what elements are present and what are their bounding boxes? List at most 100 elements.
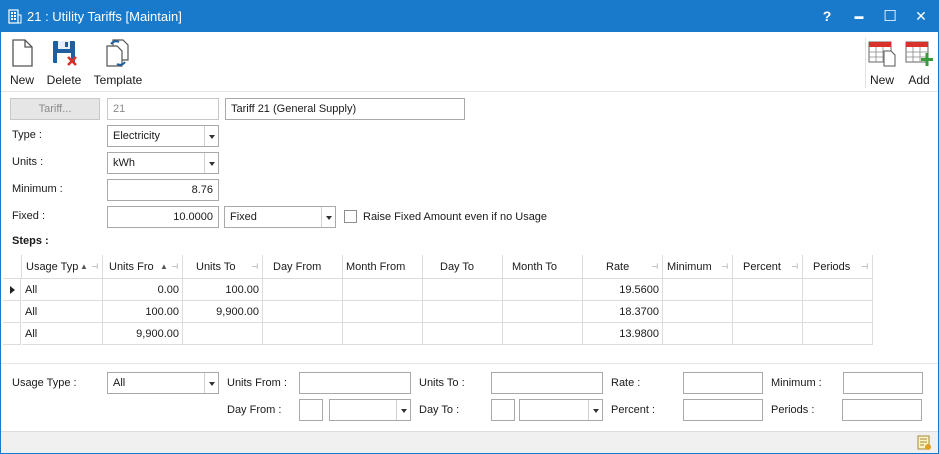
column-header-units-from[interactable]: Units Fro ▲ ⊣	[103, 255, 183, 279]
chevron-down-icon[interactable]	[204, 373, 218, 393]
table-cell[interactable]: 9,900.00	[183, 301, 263, 323]
table-cell[interactable]: All	[22, 323, 103, 345]
window-title: 21 : Utility Tariffs [Maintain]	[27, 9, 182, 24]
delete-label: Delete	[46, 73, 82, 87]
fixed-mode-select[interactable]: Fixed	[224, 206, 336, 228]
table-cell[interactable]	[803, 301, 873, 323]
close-button[interactable]: ✕	[906, 1, 936, 32]
chevron-down-icon[interactable]	[204, 126, 218, 146]
fixed-amount-field[interactable]: 10.0000	[107, 206, 219, 228]
month-to-select[interactable]	[519, 399, 603, 421]
table-cell[interactable]	[343, 279, 423, 301]
column-header-periods[interactable]: Periods ⊣	[803, 255, 873, 279]
template-button[interactable]: Template	[91, 36, 145, 90]
chevron-down-icon[interactable]	[588, 400, 602, 420]
grid-new-button[interactable]: New	[867, 36, 897, 90]
table-cell[interactable]: 100.00	[103, 301, 183, 323]
table-cell[interactable]	[503, 323, 583, 345]
table-cell[interactable]	[263, 301, 343, 323]
table-cell[interactable]	[423, 279, 503, 301]
column-header-month-to[interactable]: Month To	[503, 255, 583, 279]
minimum-field[interactable]: 8.76	[107, 179, 219, 201]
pin-icon[interactable]: ⊣	[651, 255, 658, 278]
maximize-button[interactable]: ☐	[875, 1, 905, 32]
tariff-name-field[interactable]: Tariff 21 (General Supply)	[225, 98, 465, 120]
raise-fixed-checkbox[interactable]	[344, 210, 357, 223]
table-cell[interactable]	[503, 279, 583, 301]
table-cell[interactable]	[183, 323, 263, 345]
pin-icon[interactable]: ⊣	[721, 255, 728, 278]
row-indicator[interactable]	[3, 279, 21, 301]
raise-fixed-label[interactable]: Raise Fixed Amount even if no Usage	[363, 211, 547, 223]
table-cell[interactable]	[263, 279, 343, 301]
column-header-day-from[interactable]: Day From	[263, 255, 343, 279]
table-cell[interactable]	[423, 301, 503, 323]
column-header-month-from[interactable]: Month From	[343, 255, 423, 279]
table-cell[interactable]	[423, 323, 503, 345]
editor-minimum-field[interactable]	[843, 372, 923, 394]
type-value: Electricity	[113, 130, 161, 142]
units-select[interactable]: kWh	[107, 152, 219, 174]
periods-field[interactable]	[842, 399, 922, 421]
minimize-button[interactable]: ▬	[844, 1, 874, 32]
table-cell[interactable]: 100.00	[183, 279, 263, 301]
notes-icon[interactable]	[916, 435, 932, 451]
pin-icon[interactable]: ⊣	[171, 255, 178, 278]
table-cell[interactable]: 13.9800	[583, 323, 663, 345]
table-cell[interactable]: 9,900.00	[103, 323, 183, 345]
table-cell[interactable]	[663, 301, 733, 323]
row-indicator[interactable]	[3, 301, 21, 323]
table-cell[interactable]	[343, 301, 423, 323]
row-indicator[interactable]	[3, 323, 21, 345]
month-from-select[interactable]	[329, 399, 411, 421]
column-header-percent[interactable]: Percent ⊣	[733, 255, 803, 279]
table-cell[interactable]	[343, 323, 423, 345]
delete-button[interactable]: Delete	[43, 36, 85, 90]
current-row-icon	[10, 286, 15, 294]
table-cell[interactable]	[733, 301, 803, 323]
column-header-rate[interactable]: Rate ⊣	[583, 255, 663, 279]
pin-icon[interactable]: ⊣	[861, 255, 868, 278]
table-cell[interactable]	[663, 279, 733, 301]
column-header-minimum[interactable]: Minimum ⊣	[663, 255, 733, 279]
grid-add-label: Add	[908, 73, 930, 87]
table-cell[interactable]	[663, 323, 733, 345]
day-from-field[interactable]	[299, 399, 323, 421]
chevron-down-icon[interactable]	[204, 153, 218, 173]
new-button[interactable]: New	[5, 36, 39, 90]
table-cell[interactable]: All	[22, 279, 103, 301]
units-from-field[interactable]	[299, 372, 411, 394]
tariff-lookup-button[interactable]: Tariff...	[10, 98, 100, 120]
chevron-down-icon[interactable]	[321, 207, 335, 227]
table-cell[interactable]: All	[22, 301, 103, 323]
type-select[interactable]: Electricity	[107, 125, 219, 147]
new-document-icon	[12, 39, 33, 67]
title-bar[interactable]: 21 : Utility Tariffs [Maintain] ? ▬ ☐ ✕	[1, 1, 938, 32]
pin-icon[interactable]: ⊣	[791, 255, 798, 278]
table-cell[interactable]	[733, 323, 803, 345]
rate-field[interactable]	[683, 372, 763, 394]
table-cell[interactable]: 18.3700	[583, 301, 663, 323]
column-header-usage-type[interactable]: Usage Typ ▲ ⊣	[22, 255, 103, 279]
table-cell[interactable]: 0.00	[103, 279, 183, 301]
steps-label: Steps :	[12, 235, 49, 247]
units-to-field[interactable]	[491, 372, 603, 394]
day-to-field[interactable]	[491, 399, 515, 421]
table-cell[interactable]	[803, 279, 873, 301]
pin-icon[interactable]: ⊣	[251, 255, 258, 278]
table-cell[interactable]	[733, 279, 803, 301]
table-cell[interactable]	[803, 323, 873, 345]
tariff-code-field[interactable]: 21	[107, 98, 219, 120]
grid-add-button[interactable]: Add	[903, 36, 935, 90]
table-cell[interactable]	[263, 323, 343, 345]
pin-icon[interactable]: ⊣	[91, 255, 98, 278]
table-cell[interactable]	[503, 301, 583, 323]
help-button[interactable]: ?	[812, 1, 842, 32]
table-cell[interactable]: 19.5600	[583, 279, 663, 301]
grid-new-label: New	[869, 73, 894, 87]
column-header-day-to[interactable]: Day To	[423, 255, 503, 279]
usage-type-select[interactable]: All	[107, 372, 219, 394]
column-header-units-to[interactable]: Units To ⊣	[183, 255, 263, 279]
chevron-down-icon[interactable]	[396, 400, 410, 420]
percent-field[interactable]	[683, 399, 763, 421]
